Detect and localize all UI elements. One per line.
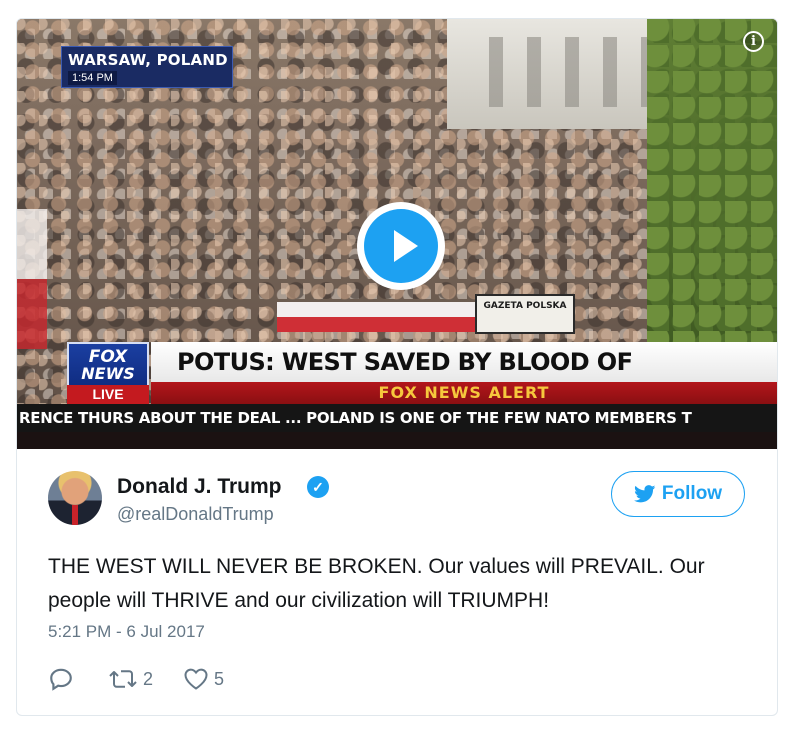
follow-button[interactable]: Follow [611,471,745,517]
video-alert: FOX NEWS ALERT [151,382,777,404]
reply-button[interactable] [48,666,74,692]
twitter-bird-icon [633,485,656,503]
dateline-time: 1:54 PM [68,71,117,85]
author-handle[interactable]: @realDonaldTrump [117,504,274,525]
tweet-actions: 2 5 [48,664,224,694]
tweet-timestamp[interactable]: 5:21 PM - 6 Jul 2017 [48,622,205,642]
video-trees [647,19,777,349]
video-banner [277,302,477,332]
like-count: 5 [214,668,225,689]
info-icon[interactable]: i [743,31,764,52]
video-sign: GAZETA POLSKA [475,294,575,334]
video-building [447,19,677,129]
retweet-icon [109,670,137,688]
video-ticker: RENCE THURS ABOUT THE DEAL ... POLAND IS… [17,404,777,432]
author-name[interactable]: Donald J. Trump [117,475,282,499]
video-dateline: WARSAW, POLAND 1:54 PM [61,46,233,88]
follow-label: Follow [661,483,723,504]
reply-icon [50,668,72,691]
video-bottom-bar [17,432,777,449]
play-icon[interactable] [357,202,445,290]
dateline-location: WARSAW, POLAND [68,51,228,69]
video-headline: POTUS: WEST SAVED BY BLOOD OF PATRIARCHS [151,342,777,416]
tweet-card: GAZETA POLSKA WARSAW, POLAND 1:54 PM i F… [16,18,778,716]
network-logo-line2: NEWS [81,364,135,383]
retweet-count: 2 [143,668,154,689]
verified-badge-icon: ✓ [307,476,329,498]
like-button[interactable]: 5 [183,667,224,691]
video-player[interactable]: GAZETA POLSKA WARSAW, POLAND 1:54 PM i F… [17,19,777,449]
heart-icon [184,668,208,690]
avatar[interactable] [48,471,102,525]
video-flag [17,209,47,349]
retweet-button[interactable]: 2 [108,667,153,691]
live-badge: LIVE [67,385,149,404]
tweet-text: THE WEST WILL NEVER BE BROKEN. Our value… [48,555,705,612]
